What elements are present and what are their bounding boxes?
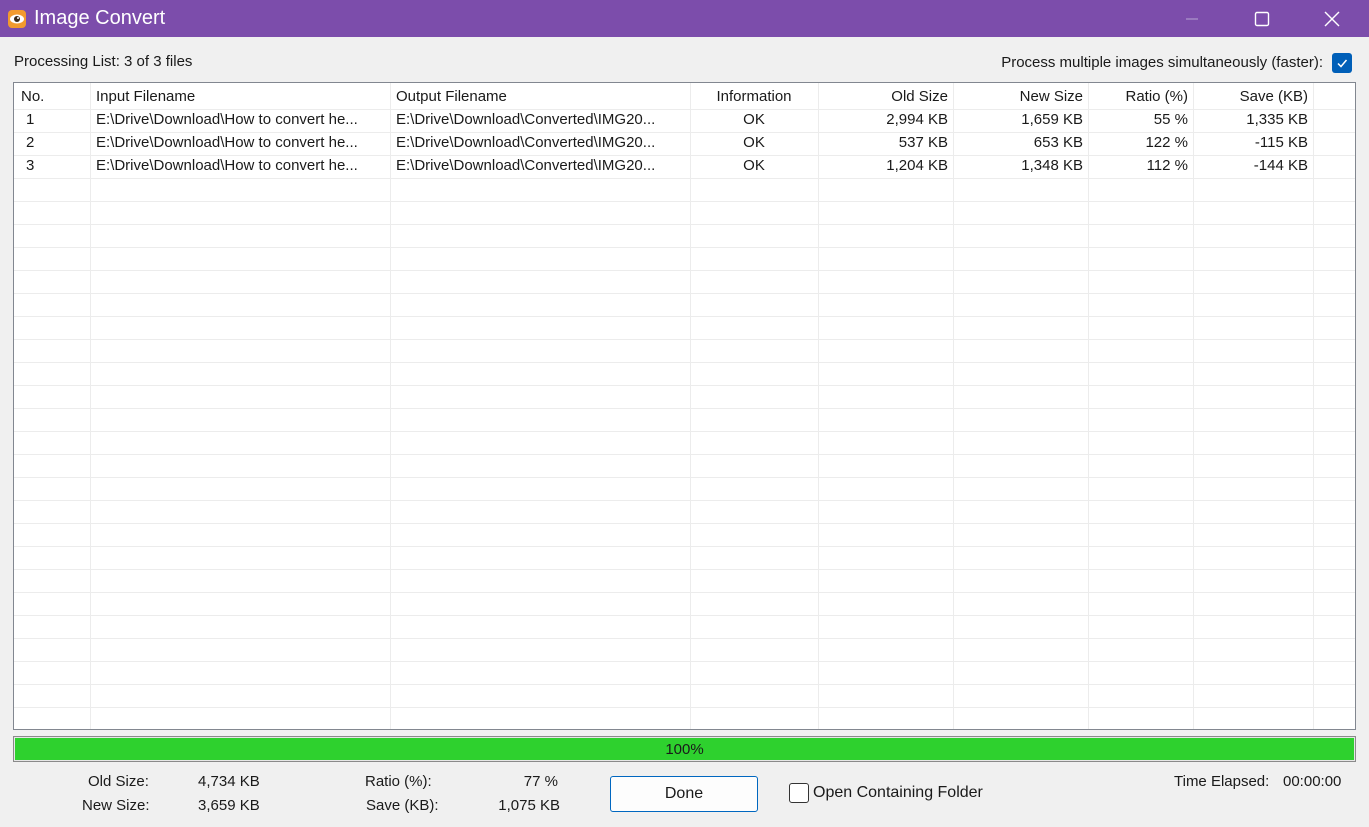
time-elapsed-value: 00:00:00: [1283, 773, 1342, 790]
cell-input-filename: E:\Drive\Download\How to convert he...: [96, 111, 358, 128]
cell-no: 2: [26, 134, 35, 151]
row-gridline: [14, 270, 1355, 271]
time-elapsed-label: Time Elapsed:: [1174, 773, 1270, 790]
cell-output-filename: E:\Drive\Download\Converted\IMG20...: [396, 134, 656, 151]
row-gridline: [14, 178, 1355, 179]
cell-output-filename: E:\Drive\Download\Converted\IMG20...: [396, 111, 656, 128]
old-size-label: Old Size:: [88, 773, 149, 790]
row-gridline: [14, 316, 1355, 317]
column-header-ratio[interactable]: Ratio (%): [1088, 88, 1188, 105]
close-icon: [1324, 11, 1340, 26]
cell-ratio: 122 %: [1145, 134, 1188, 151]
minimize-button[interactable]: [1157, 0, 1227, 37]
row-gridline: [14, 707, 1355, 708]
processing-list-label: Processing List: 3 of 3 files: [14, 53, 193, 70]
table-row[interactable]: 3 E:\Drive\Download\How to convert he...…: [14, 155, 1355, 178]
cell-ratio: 112 %: [1146, 157, 1188, 174]
ratio-value: 77 %: [523, 773, 558, 790]
cell-save: -144 KB: [1253, 157, 1308, 174]
row-gridline: [14, 477, 1355, 478]
cell-old-size: 2,994 KB: [886, 111, 948, 128]
progress-bar: 100%: [13, 736, 1356, 762]
row-gridline: [14, 546, 1355, 547]
minimize-icon: [1186, 18, 1198, 19]
cell-input-filename: E:\Drive\Download\How to convert he...: [96, 157, 358, 174]
column-header-no[interactable]: No.: [21, 88, 44, 105]
new-size-value: 3,659 KB: [198, 797, 260, 814]
column-header-input-filename[interactable]: Input Filename: [96, 88, 195, 105]
cell-new-size: 1,348 KB: [1021, 157, 1083, 174]
row-gridline: [14, 362, 1355, 363]
old-size-value: 4,734 KB: [198, 773, 260, 790]
done-button[interactable]: Done: [610, 776, 758, 812]
cell-output-filename: E:\Drive\Download\Converted\IMG20...: [396, 157, 656, 174]
column-gridline: [1313, 83, 1314, 729]
column-header-old-size[interactable]: Old Size: [818, 88, 948, 105]
column-header-save[interactable]: Save (KB): [1193, 88, 1308, 105]
cell-no: 3: [26, 157, 35, 174]
row-gridline: [14, 684, 1355, 685]
cell-ratio: 55 %: [1153, 111, 1188, 128]
cell-new-size: 653 KB: [1033, 134, 1083, 151]
multi-process-checkbox[interactable]: [1332, 53, 1352, 73]
title-bar: Image Convert: [0, 0, 1369, 37]
column-gridline: [690, 83, 691, 729]
open-folder-checkbox[interactable]: [789, 783, 809, 803]
column-gridline: [953, 83, 954, 729]
cell-information: OK: [743, 134, 765, 151]
cell-old-size: 537 KB: [898, 134, 948, 151]
cell-new-size: 1,659 KB: [1021, 111, 1083, 128]
maximize-icon: [1254, 11, 1270, 26]
maximize-button[interactable]: [1227, 0, 1297, 37]
open-folder-label[interactable]: Open Containing Folder: [813, 784, 983, 802]
row-gridline: [14, 408, 1355, 409]
table-header: No. Input Filename Output Filename Infor…: [14, 83, 1355, 110]
cell-information: OK: [743, 111, 765, 128]
table-row[interactable]: 1 E:\Drive\Download\How to convert he...…: [14, 109, 1355, 132]
eye-app-icon: [8, 10, 26, 28]
close-button[interactable]: [1297, 0, 1367, 37]
column-gridline: [90, 83, 91, 729]
row-gridline: [14, 339, 1355, 340]
progress-text: 100%: [665, 741, 704, 758]
row-gridline: [14, 500, 1355, 501]
row-gridline: [14, 224, 1355, 225]
column-header-new-size[interactable]: New Size: [953, 88, 1083, 105]
row-gridline: [14, 247, 1355, 248]
cell-input-filename: E:\Drive\Download\How to convert he...: [96, 134, 358, 151]
column-gridline: [1193, 83, 1194, 729]
column-gridline: [1088, 83, 1089, 729]
column-gridline: [390, 83, 391, 729]
row-gridline: [14, 385, 1355, 386]
row-gridline: [14, 431, 1355, 432]
processing-table[interactable]: No. Input Filename Output Filename Infor…: [13, 82, 1356, 730]
row-gridline: [14, 569, 1355, 570]
cell-save: 1,335 KB: [1246, 111, 1308, 128]
row-gridline: [14, 592, 1355, 593]
cell-information: OK: [743, 157, 765, 174]
row-gridline: [14, 293, 1355, 294]
table-row[interactable]: 2 E:\Drive\Download\How to convert he...…: [14, 132, 1355, 155]
column-gridline: [818, 83, 819, 729]
row-gridline: [14, 661, 1355, 662]
checkmark-icon: [1337, 59, 1348, 68]
cell-no: 1: [26, 111, 35, 128]
row-gridline: [14, 615, 1355, 616]
row-gridline: [14, 638, 1355, 639]
save-label: Save (KB):: [366, 797, 439, 814]
cell-save: -115 KB: [1254, 134, 1308, 151]
multi-process-label: Process multiple images simultaneously (…: [1001, 54, 1323, 71]
cell-old-size: 1,204 KB: [886, 157, 948, 174]
new-size-label: New Size:: [82, 797, 150, 814]
row-gridline: [14, 454, 1355, 455]
ratio-label: Ratio (%):: [365, 773, 432, 790]
row-gridline: [14, 523, 1355, 524]
column-header-information[interactable]: Information: [690, 88, 818, 105]
table-grid: [14, 83, 1355, 729]
save-value: 1,075 KB: [498, 797, 560, 814]
window-title: Image Convert: [34, 7, 166, 29]
column-header-output-filename[interactable]: Output Filename: [396, 88, 507, 105]
row-gridline: [14, 201, 1355, 202]
